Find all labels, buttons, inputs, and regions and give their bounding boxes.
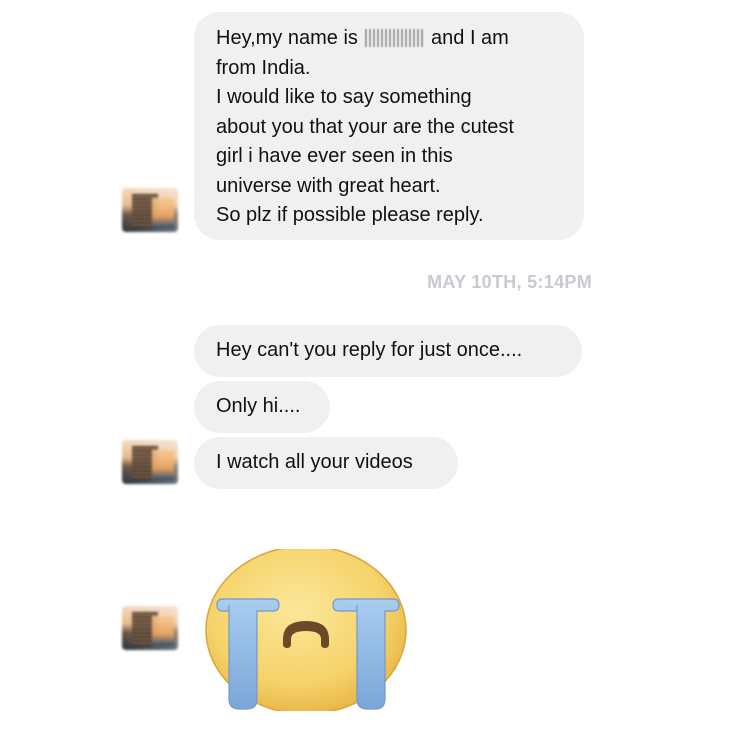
message-text: I watch all your videos [216,451,413,474]
message-bubble-intro[interactable]: Hey,my name is and I am from India. I wo… [194,12,584,240]
message-line: So plz if possible please reply. [216,204,484,226]
message-line: Hey,my name is and I am [216,24,562,54]
sender-avatar[interactable] [122,188,178,232]
sender-avatar[interactable] [122,440,178,484]
crying-face-sticker[interactable] [203,549,409,711]
message-text: Only hi.... [216,395,301,418]
message-text-after-name: and I am [431,27,509,49]
message-thread: Hey,my name is and I am from India. I wo… [0,0,736,736]
message-line: girl i have ever seen in this [216,145,453,167]
message-text: Hey can't you reply for just once.... [216,339,523,362]
message-text-before-name: Hey,my name is [216,27,358,49]
message-bubble-reply-request[interactable]: Hey can't you reply for just once.... [194,325,582,377]
message-timestamp: MAY 10TH, 5:14PM [427,272,592,292]
message-bubble-only-hi[interactable]: Only hi.... [194,381,330,433]
sender-avatar[interactable] [122,606,178,650]
message-bubble-videos[interactable]: I watch all your videos [194,437,458,489]
redacted-name [365,29,424,47]
message-line: from India. [216,56,311,79]
message-line: about you that your are the cutest [216,115,514,138]
message-line: I would like to say something [216,86,472,108]
message-line: universe with great heart. [216,174,441,197]
